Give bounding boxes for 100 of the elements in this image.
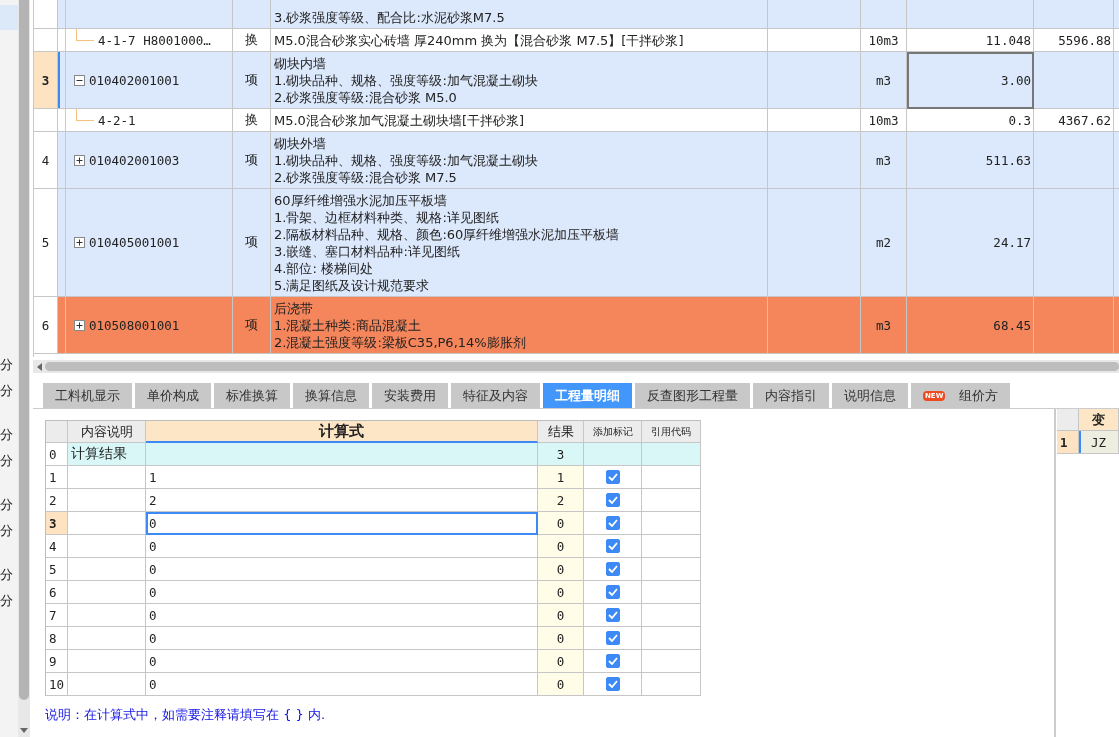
tab[interactable]: 说明信息 (832, 383, 908, 408)
formula-field[interactable] (146, 443, 538, 466)
tab[interactable]: 单价构成 (135, 383, 211, 408)
formula-field[interactable]: 0 (146, 535, 538, 558)
table-cell: 计算结果 (68, 443, 146, 466)
checkbox[interactable] (605, 493, 620, 507)
formula-field[interactable]: 0 (146, 627, 538, 650)
column-header: 计算式 (146, 421, 538, 443)
bill-item-row[interactable]: 4 010402001003 项 砌块外墙 1.砌块品种、规格、强度等级:加气混凝土砌块 2.砂浆强度等级:混合砂浆 M7.5 m3 511.63 (34, 132, 1119, 189)
description-line: 1.砌块品种、规格、强度等级:加气混凝土砌块 (274, 151, 539, 169)
table-cell: 0 (538, 604, 584, 627)
description-line: 2.砂浆强度等级:混合砂浆 M5.0 (274, 88, 458, 106)
checkbox[interactable] (605, 516, 620, 530)
side-label: 分 (0, 452, 13, 470)
bill-item-row[interactable]: 5 010405001001 项 60厚纤维增强水泥加压平板墙 1.骨架、边框材料种类、规格:详见图纸 2.隔板材料品种、规格、颜色:60厚纤维增强水泥加压平板墙 3.嵌缝、塞口材料品种:详见图纸 4.部位: 楼梯间处 5.满足图纸及设计规范要求 m2 24.17 (34, 189, 1119, 297)
table-cell: 0 (538, 558, 584, 581)
description-line: 3.嵌缝、塞口材料品种:详见图纸 (274, 242, 461, 260)
table-cell: 0 (538, 650, 584, 673)
horizontal-scrollbar[interactable] (33, 360, 1119, 373)
row-number: 3 (34, 52, 58, 109)
description-line: 3.砂浆强度等级、配合比:水泥砂浆M7.5 (274, 9, 506, 26)
formula-field[interactable]: 0 (146, 581, 538, 604)
description-line: 后浇带 (274, 299, 314, 317)
formula-field[interactable]: 0 (146, 558, 538, 581)
row-number: 6 (46, 581, 68, 604)
sub-item-row[interactable]: 4-2-1 换 M5.0混合砂浆加气混凝土砌块墙[干拌砂浆] 10m3 0.3 4367.62 (34, 109, 1119, 132)
row-number: 7 (46, 604, 68, 627)
table-cell (642, 443, 701, 466)
item-code: 010402001001 (89, 72, 180, 88)
sub-item-row[interactable]: 4-1-7 H8001000… 换 M5.0混合砂浆实心砖墙 厚240mm 换为【混合砂浆 M7.5】[干拌砂浆] 10m3 11.048 5596.88 (34, 29, 1119, 52)
tab[interactable]: 换算信息 (293, 383, 369, 408)
row-number: 8 (46, 627, 68, 650)
tab[interactable]: 特征及内容 (451, 383, 540, 408)
table-cell: 项 (233, 297, 271, 354)
description-line: 砌块内墙 (274, 54, 327, 72)
description-line: 60厚纤维增强水泥加压平板墙 (274, 191, 448, 209)
item-code: 010508001001 (89, 317, 180, 333)
checkbox[interactable] (605, 470, 620, 484)
description-line: M5.0混合砂浆实心砖墙 厚240mm 换为【混合砂浆 M7.5】[干拌砂浆] (274, 31, 685, 49)
table-cell: 0 (538, 512, 584, 535)
formula-field[interactable]: 2 (146, 489, 538, 512)
side-label: 分 (0, 382, 13, 400)
checkbox[interactable] (605, 677, 620, 691)
table-cell: 68.45 (907, 297, 1034, 354)
description-line: 1.混凝土种类:商品混凝土 (274, 316, 422, 334)
item-code: 4-1-7 H8001000… (98, 32, 211, 48)
bill-item-row[interactable]: 6 010508001001 项 后浇带 1.混凝土种类:商品混凝土 2.混凝土强度等级:梁板C35,P6,14%膨胀剂 m3 68.45 (34, 297, 1119, 354)
vertical-scrollbar[interactable] (18, 0, 30, 737)
item-code: 4-2-1 (98, 112, 136, 128)
row-number: 5 (34, 189, 58, 297)
row-number: 3 (46, 512, 68, 535)
side-label: 分 (0, 566, 13, 584)
checkbox[interactable] (605, 562, 620, 576)
checkbox[interactable] (605, 631, 620, 645)
checkbox[interactable] (605, 654, 620, 668)
description-line: 2.隔板材料品种、规格、颜色:60厚纤维增强水泥加压平板墙 (274, 225, 621, 243)
description-line: 1.骨架、边框材料种类、规格:详见图纸 (274, 208, 500, 226)
table-cell: 0 (538, 581, 584, 604)
column-header: 添加标记 (584, 421, 642, 443)
row-number: 0 (46, 443, 68, 466)
row-number: 4 (46, 535, 68, 558)
expand-icon[interactable] (74, 237, 85, 248)
formula-field[interactable]: 0 (146, 673, 538, 696)
left-arrow-icon[interactable] (37, 362, 42, 371)
checkbox[interactable] (605, 608, 620, 622)
side-label: 分 (0, 426, 13, 444)
table-cell: 11.048 (907, 29, 1034, 52)
formula-field[interactable]: 0 (146, 650, 538, 673)
formula-field[interactable]: 1 (146, 466, 538, 489)
side-label: 分 (0, 356, 13, 374)
description-line: 5.满足图纸及设计规范要求 (274, 276, 431, 294)
row-number: 4 (34, 132, 58, 189)
formula-field[interactable]: 0 (146, 604, 538, 627)
table-cell: JZ (1079, 431, 1119, 454)
expand-icon[interactable] (74, 154, 85, 166)
checkbox[interactable] (605, 539, 620, 553)
tab[interactable]: 安装费用 (372, 383, 448, 408)
down-arrow-icon[interactable] (20, 728, 28, 733)
row-number: 1 (1057, 431, 1079, 454)
description-line: 2.混凝土强度等级:梁板C35,P6,14%膨胀剂 (274, 333, 527, 351)
tab[interactable]: 反查图形工程量 (635, 383, 750, 408)
table-cell: 0 (538, 535, 584, 558)
side-label: 分 (0, 496, 13, 514)
checkbox[interactable] (605, 585, 620, 599)
column-header: 内容说明 (68, 421, 146, 443)
table-cell: m3 (861, 297, 907, 354)
table-cell: 1 (538, 466, 584, 489)
tab[interactable]: 内容指引 (753, 383, 829, 408)
collapse-icon[interactable] (74, 74, 85, 86)
column-header: 结果 (538, 421, 584, 443)
bill-item-row[interactable]: 3.砂浆强度等级、配合比:水泥砂浆M7.5 (34, 0, 1119, 29)
formula-field[interactable]: 0 (146, 512, 538, 535)
tab[interactable]: 工料机显示 (43, 383, 132, 408)
item-code: 010405001001 (89, 235, 180, 250)
row-number: 9 (46, 650, 68, 673)
table-cell: 3.00 (907, 52, 1034, 109)
expand-icon[interactable] (74, 319, 85, 331)
column-header: 变 (1079, 409, 1119, 431)
bill-item-row[interactable]: 3 010402001001 项 砌块内墙 1.砌块品种、规格、强度等级:加气混凝土砌块 2.砂浆强度等级:混合砂浆 M5.0 m3 3.00 (34, 52, 1119, 109)
tab[interactable]: 标准换算 (214, 383, 290, 408)
